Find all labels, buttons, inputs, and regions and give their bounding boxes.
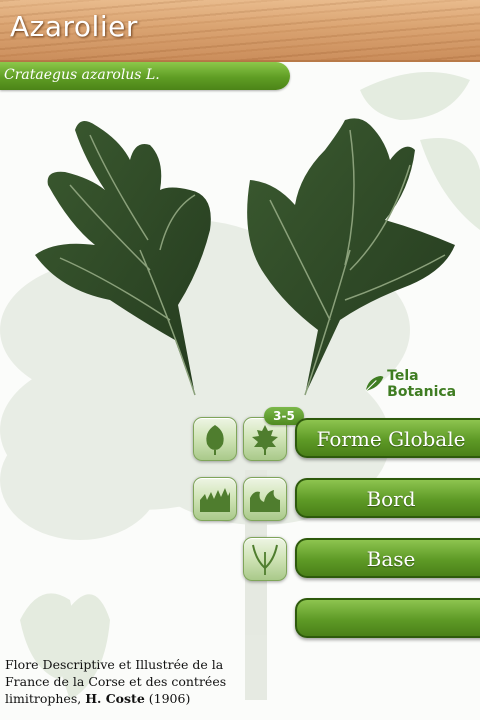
simple-leaf-icon [206, 425, 224, 455]
base-cuneate-button[interactable] [243, 537, 287, 581]
base-button[interactable]: Base [295, 538, 480, 578]
empty-criteria-button[interactable] [295, 598, 480, 638]
edge-lobed-button[interactable] [243, 477, 287, 521]
left-leaf [35, 121, 211, 396]
credit-year: (1906) [148, 691, 191, 706]
right-leaf [247, 118, 455, 396]
global-shape-simple-leaf-button[interactable] [193, 417, 237, 461]
bord-button[interactable]: Bord [295, 478, 480, 518]
source-credit: Flore Descriptive et Illustrée de la Fra… [5, 656, 240, 707]
toothed-edge-icon [200, 488, 230, 512]
leaf-logo-icon [365, 376, 384, 392]
base-label: Base [366, 547, 416, 571]
bord-label: Bord [366, 487, 416, 511]
lobed-edge-icon [250, 490, 280, 512]
logo-text: Tela Botanica [387, 368, 457, 400]
credit-author: H. Coste [85, 691, 145, 706]
tela-botanica-logo: Tela Botanica [364, 368, 480, 400]
forme-globale-button[interactable]: Forme Globale [295, 418, 480, 458]
leaf-base-icon [252, 544, 278, 575]
forme-globale-label: Forme Globale [316, 427, 466, 451]
edge-toothed-button[interactable] [193, 477, 237, 521]
lobed-leaf-icon [252, 425, 278, 455]
